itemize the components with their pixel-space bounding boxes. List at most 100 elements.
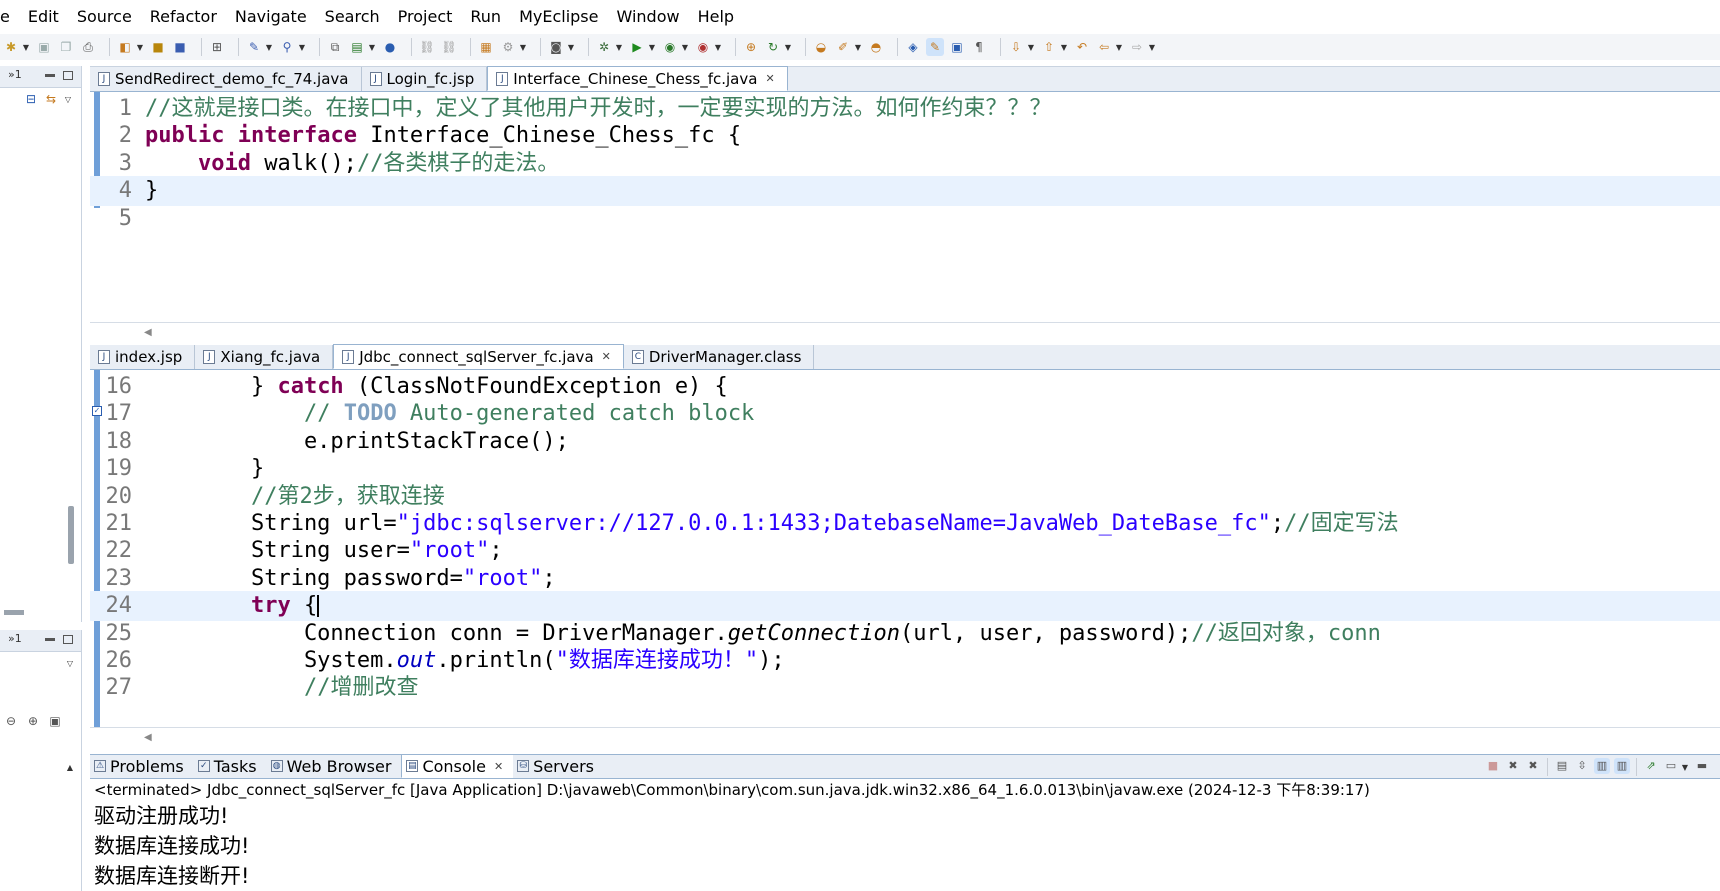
word-wrap-icon[interactable]: ▥ <box>1594 758 1610 774</box>
zoom-out-icon[interactable]: ⊖ <box>2 712 20 730</box>
link-with-editor-icon[interactable]: ⇆ <box>42 90 60 108</box>
link-icon[interactable]: ⛓ <box>418 38 436 56</box>
remove-all-launches-icon[interactable]: ✖ <box>1525 758 1541 774</box>
zoom-in-icon[interactable]: ⊕ <box>24 712 42 730</box>
menu-item[interactable]: Edit <box>19 0 68 34</box>
minimize-icon[interactable] <box>45 74 55 77</box>
console-output[interactable]: 驱动注册成功! 数据库连接成功! 数据库连接断开! <box>90 801 1720 891</box>
minimize-icon[interactable]: ▬ <box>1694 758 1710 774</box>
coverage-dropdown-icon[interactable]: ▼ <box>681 38 689 56</box>
code-line[interactable]: 19 } <box>90 454 1720 484</box>
menu-item[interactable]: Help <box>689 0 743 34</box>
zoom-fit-icon[interactable]: ▣ <box>46 712 64 730</box>
menu-item[interactable]: Project <box>389 0 462 34</box>
package-icon[interactable]: ■ <box>149 38 167 56</box>
scroll-left-icon[interactable]: ◀ <box>144 327 152 338</box>
clear-console-icon[interactable]: ▤ <box>1554 758 1570 774</box>
console-view-tab[interactable]: ⚠ Problems <box>90 754 194 778</box>
brush-dropdown-icon[interactable]: ▼ <box>854 38 862 56</box>
class-icon[interactable]: ■ <box>171 38 189 56</box>
unlink-icon[interactable]: ⛓ <box>440 38 458 56</box>
block-selection-icon[interactable]: ▣ <box>948 38 966 56</box>
debug-dropdown-icon[interactable]: ▼ <box>615 38 623 56</box>
show-whitespace-icon[interactable]: ¶ <box>970 38 988 56</box>
editor-tab[interactable]: Jindex.jsp <box>90 345 196 369</box>
editor-tab[interactable]: J Login_fc.jsp <box>362 67 488 91</box>
camera-icon[interactable]: ◙ <box>547 38 565 56</box>
menu-item[interactable]: Navigate <box>226 0 316 34</box>
report-icon[interactable]: ▦ <box>477 38 495 56</box>
wand-dropdown-icon[interactable]: ▼ <box>265 38 273 56</box>
menu-item[interactable]: Source <box>68 0 141 34</box>
scroll-up-icon[interactable]: ▲ <box>66 758 74 776</box>
editor-tab[interactable]: J Xiang_fc.java <box>195 345 334 369</box>
scroll-left-icon[interactable]: ◀ <box>144 732 152 743</box>
last-edit-icon[interactable]: ↶ <box>1073 38 1091 56</box>
camera-dropdown-icon[interactable]: ▼ <box>567 38 575 56</box>
forward-dropdown-icon[interactable]: ▼ <box>1148 38 1156 56</box>
refresh-dropdown-icon[interactable]: ▼ <box>784 38 792 56</box>
view-menu-icon[interactable]: ▽ <box>66 654 74 672</box>
new-project-dropdown-icon[interactable]: ▼ <box>136 38 144 56</box>
editor-tab[interactable]: C DriverManager.class <box>624 345 815 369</box>
console-view-tab[interactable]: ◍ Web Browser <box>267 754 402 778</box>
open-type-icon[interactable]: ⊞ <box>208 38 226 56</box>
code-editor-top[interactable]: 1 //这就是接口类。在接口中，定义了其他用户开发时，一定要实现的方法。如何作约束… <box>90 92 1720 322</box>
deploy-icon[interactable]: ⧉ <box>326 38 344 56</box>
back-dropdown-icon[interactable]: ▼ <box>1115 38 1123 56</box>
maximize-icon[interactable] <box>63 71 73 80</box>
pin-console-icon[interactable]: ▥ <box>1614 758 1630 774</box>
console-view-tab[interactable]: ✓ Tasks <box>194 754 267 778</box>
debug-icon[interactable]: ✲ <box>595 38 613 56</box>
toggle-breadcrumb-icon[interactable]: ◈ <box>904 38 922 56</box>
maximize-icon[interactable] <box>63 635 73 644</box>
coverage-icon[interactable]: ◉ <box>661 38 679 56</box>
external-tools-dropdown-icon[interactable]: ▼ <box>714 38 722 56</box>
previous-annotation-icon[interactable]: ⇧ <box>1040 38 1058 56</box>
back-icon[interactable]: ⇦ <box>1095 38 1113 56</box>
editor-tab[interactable]: J SendRedirect_demo_fc_74.java <box>90 67 362 91</box>
code-line[interactable]: 4} <box>90 176 1720 207</box>
display-selected-console-icon[interactable]: ▭ <box>1663 758 1679 774</box>
menu-item[interactable]: Search <box>316 0 389 34</box>
menu-item[interactable]: MyEclipse <box>510 0 607 34</box>
close-icon[interactable]: ✕ <box>765 72 774 85</box>
mark-occurrences-icon[interactable]: ✎ <box>926 38 944 56</box>
globe-icon[interactable]: ● <box>381 38 399 56</box>
refresh-icon[interactable]: ↻ <box>764 38 782 56</box>
scroll-lock-icon[interactable]: ⇳ <box>1574 758 1590 774</box>
console-view-tab[interactable]: ⛁ Servers <box>513 754 604 778</box>
code-line[interactable]: 18 e.printStackTrace(); <box>90 427 1720 457</box>
code-line[interactable]: 25 Connection conn = DriverManager.getCo… <box>90 619 1720 649</box>
code-line[interactable]: 17 // TODO Auto-generated catch block <box>90 399 1720 429</box>
code-line[interactable]: 26 System.out.println("数据库连接成功！"); <box>90 646 1720 676</box>
code-line[interactable]: 21 String url="jdbc:sqlserver://127.0.0.… <box>90 509 1720 539</box>
code-line[interactable]: 23 String password="root"; <box>90 564 1720 594</box>
code-line[interactable]: 16 } catch (ClassNotFoundException e) { <box>90 372 1720 402</box>
code-line[interactable]: 3 void walk();//各类棋子的走法。 <box>90 149 1720 179</box>
menu-item[interactable]: Refactor <box>141 0 226 34</box>
bucket-icon[interactable]: ◓ <box>867 38 885 56</box>
server-icon[interactable]: ▤ <box>348 38 366 56</box>
code-line[interactable]: 24 try { <box>90 591 1720 622</box>
console-view-tab[interactable]: ▤ Console ✕ <box>401 754 514 778</box>
settings-dropdown-icon[interactable]: ▼ <box>519 38 527 56</box>
collapse-all-icon[interactable]: ⊟ <box>22 90 40 108</box>
horizontal-scrollbar[interactable]: ◀ <box>90 727 1720 747</box>
open-folder-icon[interactable]: ◒ <box>812 38 830 56</box>
print-icon[interactable]: ⎙ <box>79 38 97 56</box>
new-icon[interactable]: ✱ <box>2 38 20 56</box>
search-icon[interactable]: ⚲ <box>278 38 296 56</box>
search-dropdown-icon[interactable]: ▼ <box>298 38 306 56</box>
menu-item[interactable]: e <box>0 0 19 34</box>
remove-launch-icon[interactable]: ✖ <box>1505 758 1521 774</box>
next-annotation-icon[interactable]: ⇩ <box>1007 38 1025 56</box>
menu-item[interactable]: Window <box>607 0 688 34</box>
left-view-scrollbar[interactable] <box>68 506 74 564</box>
run-dropdown-icon[interactable]: ▼ <box>648 38 656 56</box>
terminate-icon[interactable]: ■ <box>1485 758 1501 774</box>
server-dropdown-icon[interactable]: ▼ <box>368 38 376 56</box>
horizontal-scrollbar[interactable]: ◀ <box>90 322 1720 342</box>
close-icon[interactable]: ✕ <box>602 350 611 363</box>
minimize-icon[interactable] <box>45 638 55 641</box>
